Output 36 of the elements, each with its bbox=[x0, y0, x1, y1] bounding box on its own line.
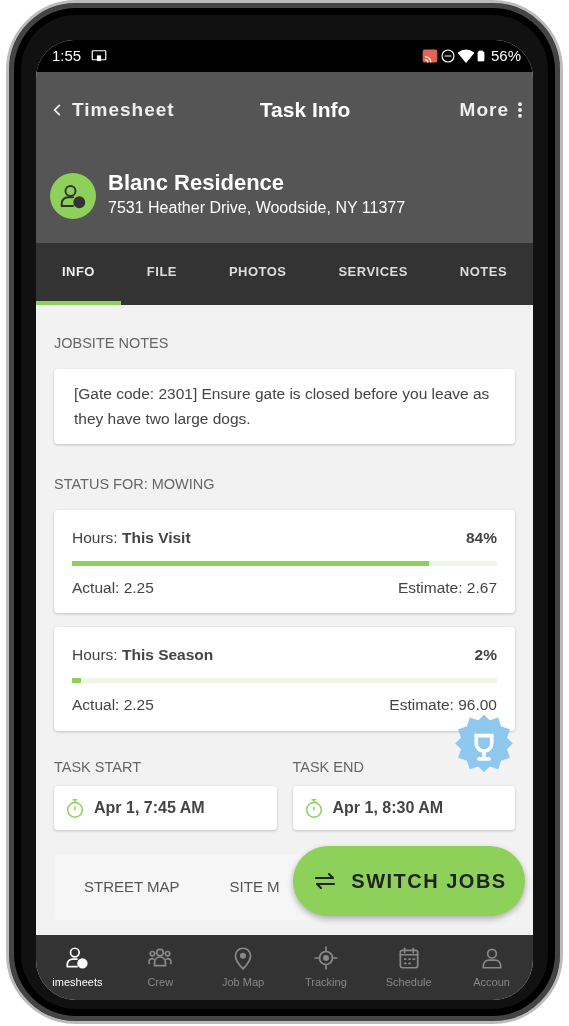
battery-level: 56% bbox=[490, 45, 521, 66]
tab[interactable]: SERVICES bbox=[312, 243, 434, 305]
jobsite-note: [Gate code: 2301] Ensure gate is closed before you leave as they have two large dogs. bbox=[54, 368, 515, 444]
job-address: 7531 Heather Drive, Woodside, NY 11377 bbox=[108, 197, 406, 218]
tab[interactable]: INFO bbox=[36, 243, 121, 305]
actual-hours: Actual: 2.25 bbox=[72, 577, 154, 598]
section-heading: JOBSITE NOTES bbox=[54, 334, 170, 353]
nav-item[interactable]: Tracking bbox=[284, 944, 368, 991]
estimate-hours: Estimate: 96.00 bbox=[389, 695, 497, 716]
nav-item[interactable]: Job Map bbox=[201, 944, 285, 991]
time-field[interactable]: Apr 1, 7:45 AM bbox=[54, 786, 277, 831]
estimate-hours: Estimate: 2.67 bbox=[397, 577, 497, 598]
tab[interactable]: NOTES bbox=[433, 243, 533, 305]
tab[interactable]: FILE bbox=[120, 243, 203, 305]
nav-item[interactable]: imesheets bbox=[36, 944, 119, 991]
switch-jobs-button[interactable]: SWITCH JOBS bbox=[293, 846, 525, 917]
back-link[interactable]: Timesheet bbox=[50, 95, 175, 125]
actual-hours: Actual: 2.25 bbox=[72, 695, 154, 716]
nav-item[interactable]: Schedule bbox=[367, 944, 451, 991]
section-heading: STATUS FOR: MOWING bbox=[54, 474, 216, 494]
job-name: Blanc Residence bbox=[108, 171, 286, 196]
time-field[interactable]: Apr 1, 8:30 AM bbox=[292, 786, 515, 831]
status-label: Hours: This Season bbox=[72, 645, 214, 666]
nav-item[interactable]: Crew bbox=[118, 944, 202, 991]
percent-value: 84% bbox=[465, 527, 497, 548]
section-heading: TASK END bbox=[292, 757, 365, 777]
section-heading: TASK START bbox=[54, 757, 142, 777]
map-tab[interactable]: SITE M bbox=[229, 876, 280, 899]
percent-value: 2% bbox=[474, 645, 497, 666]
status-label: Hours: This Visit bbox=[72, 527, 191, 548]
more-menu[interactable]: More bbox=[459, 95, 523, 125]
nav-item[interactable]: Accoun bbox=[450, 944, 533, 991]
map-tab[interactable]: STREET MAP bbox=[84, 876, 180, 899]
tab[interactable]: PHOTOS bbox=[202, 243, 313, 305]
status-time: 1:55 bbox=[52, 45, 82, 66]
screen-title: Task Info bbox=[258, 97, 352, 124]
